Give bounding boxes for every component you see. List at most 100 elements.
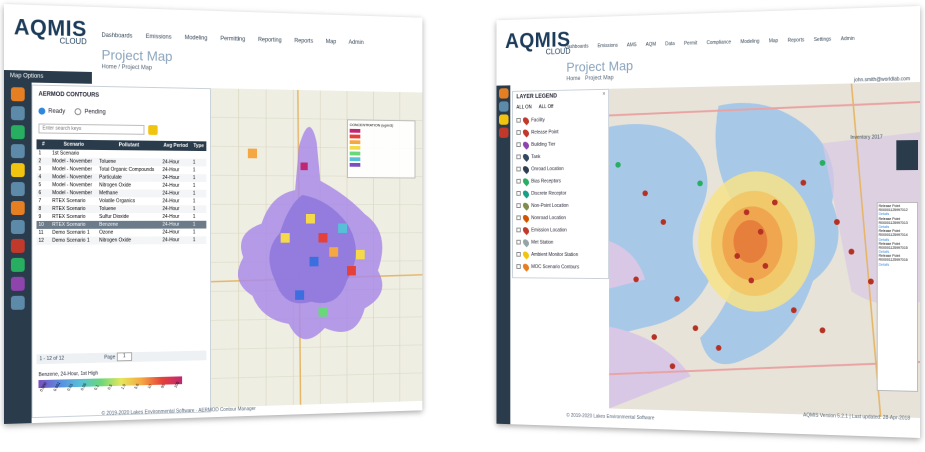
nav-item[interactable]: AMS <box>627 42 637 48</box>
nav-item[interactable]: Admin <box>349 40 364 46</box>
nav-item[interactable]: Dashboards <box>565 44 589 50</box>
layer-label: Ambient Monitor Station <box>531 251 579 258</box>
layer-checkbox[interactable] <box>516 191 521 196</box>
pin-icon[interactable] <box>10 163 25 178</box>
nav-item[interactable]: AQM <box>646 42 656 48</box>
table-row[interactable]: 12 Demo Scenario 1 Nitrogen Oxide 24-Hour 1 <box>36 236 207 245</box>
layer-item[interactable]: Met Station <box>516 236 606 249</box>
home-icon[interactable] <box>10 106 25 121</box>
shapes-icon[interactable] <box>10 276 25 291</box>
layer-item[interactable]: Emission Location <box>516 224 606 236</box>
brand-logo[interactable]: AQMIS CLOUD <box>14 14 87 46</box>
col-header[interactable]: Scenario <box>50 140 97 150</box>
nav-item[interactable]: Map <box>326 39 336 45</box>
status-ready[interactable]: Ready <box>38 107 65 115</box>
layer-checkbox[interactable] <box>516 239 521 245</box>
nav-item[interactable]: Modeling <box>740 39 759 45</box>
all-on-button[interactable]: ALL ON <box>516 105 531 111</box>
table-cell: 1 <box>192 206 196 213</box>
search-icon[interactable] <box>10 144 25 159</box>
table-row[interactable]: 9 RTEX Scenario Sulfur Dioxide 24-Hour 1 <box>36 213 207 221</box>
table-cell: 5 <box>38 182 42 189</box>
nav-item[interactable]: Permit <box>684 41 697 47</box>
layer-item[interactable]: Discrete Receptor <box>516 187 606 200</box>
layers-icon[interactable] <box>10 87 25 102</box>
nav-item[interactable]: Modeling <box>185 35 208 41</box>
contour-icon[interactable] <box>10 201 25 215</box>
page-input[interactable]: 1 <box>116 352 132 362</box>
layer-checkbox[interactable] <box>516 178 521 184</box>
col-header[interactable]: Pollutant <box>97 140 160 150</box>
grid-icon[interactable] <box>10 125 25 140</box>
layer-item[interactable]: Nonroad Location <box>516 212 606 224</box>
legend-title: LAYER LEGEND <box>516 93 558 101</box>
nav-item[interactable]: Map <box>769 38 778 44</box>
table-cell: 24-Hour <box>162 206 180 213</box>
search-input[interactable] <box>38 123 145 135</box>
table-body: 1 1st Scenario 2 Model - November Toluene 24-… <box>36 149 207 245</box>
table-cell: Ozone <box>99 229 114 236</box>
table-row[interactable]: 7 RTEX Scenario Volatile Organics 24-Hour 1 <box>36 197 207 206</box>
breadcrumb-home[interactable]: Home <box>566 76 580 82</box>
nav-item[interactable]: Emissions <box>146 34 172 41</box>
breadcrumb[interactable]: Home / Project Map <box>102 64 153 71</box>
nav-item[interactable]: Settings <box>814 37 831 43</box>
layer-item[interactable]: Bias Receptors <box>516 174 606 187</box>
layer-item[interactable]: Building Tier <box>516 137 606 150</box>
nav-item[interactable]: Dashboards <box>102 33 133 40</box>
nav-item[interactable]: Emissions <box>597 43 617 49</box>
all-off-button[interactable]: ALL Off <box>539 104 554 110</box>
layer-marker-icon <box>521 152 531 162</box>
nav-item[interactable]: Admin <box>841 36 855 42</box>
plume-map[interactable]: CONCENTRATION (ug/m3) <box>210 88 423 408</box>
target-icon[interactable] <box>10 238 25 253</box>
status-toggle: Ready Pending <box>38 107 106 116</box>
layer-item[interactable]: Tank <box>516 150 606 163</box>
layer-checkbox[interactable] <box>516 203 521 208</box>
layer-checkbox[interactable] <box>516 264 521 269</box>
layer-item[interactable]: Non-Point Location <box>516 199 606 212</box>
tool-sidebar <box>4 82 32 424</box>
nav-item[interactable]: Reports <box>788 37 805 43</box>
col-header[interactable]: Avg Period <box>161 141 191 151</box>
nav-item[interactable]: Data <box>665 41 675 47</box>
print-icon[interactable] <box>10 295 25 310</box>
search-icon[interactable] <box>498 101 509 112</box>
layer-checkbox[interactable] <box>516 215 521 221</box>
layer-checkbox[interactable] <box>516 117 521 123</box>
layer-item[interactable]: Onroad Location <box>516 162 606 175</box>
layer-item[interactable]: MOC Scenario Contours <box>516 260 606 273</box>
table-cell: 7 <box>38 198 42 205</box>
globe-icon[interactable] <box>10 257 25 272</box>
map-legend: CONCENTRATION (ug/m3) <box>347 119 416 179</box>
info-line[interactable]: Details <box>879 262 916 266</box>
nav-item[interactable]: Permitting <box>220 36 245 42</box>
top-nav: Dashboards Emissions Modeling Permitting… <box>102 33 364 46</box>
nav-item[interactable]: Reports <box>294 38 313 44</box>
map-controls[interactable] <box>896 140 919 171</box>
contour-icon[interactable] <box>498 127 509 138</box>
status-pending[interactable]: Pending <box>74 108 106 116</box>
layer-checkbox[interactable] <box>516 142 521 148</box>
feature-info-popup: Release Point R00001125997012 Details Relea… <box>876 202 919 392</box>
col-header[interactable]: Type <box>191 141 206 151</box>
layer-checkbox[interactable] <box>516 227 521 233</box>
table-row[interactable]: 8 RTEX Scenario Toluene 24-Hour 1 <box>36 205 207 214</box>
close-icon[interactable]: × <box>602 92 605 98</box>
search-icon[interactable] <box>148 125 158 135</box>
layer-checkbox[interactable] <box>516 251 521 257</box>
layer-checkbox[interactable] <box>516 154 521 160</box>
measure-icon[interactable] <box>10 219 25 234</box>
layers-icon[interactable] <box>498 88 509 99</box>
layer-item[interactable]: Ambient Monitor Station <box>516 248 606 261</box>
layers-map[interactable]: Inventory 2017 Release Point R00001125997… <box>609 82 920 418</box>
pin-icon[interactable] <box>498 114 509 125</box>
chart-icon[interactable] <box>10 182 25 197</box>
layer-checkbox[interactable] <box>516 166 521 172</box>
table-cell: Model - November <box>52 190 93 197</box>
nav-item[interactable]: Compliance <box>707 40 732 47</box>
col-header[interactable]: # <box>37 139 51 149</box>
layer-checkbox[interactable] <box>516 130 521 135</box>
brand-logo[interactable]: AQMIS CLOUD <box>505 27 570 57</box>
nav-item[interactable]: Reporting <box>258 37 282 43</box>
